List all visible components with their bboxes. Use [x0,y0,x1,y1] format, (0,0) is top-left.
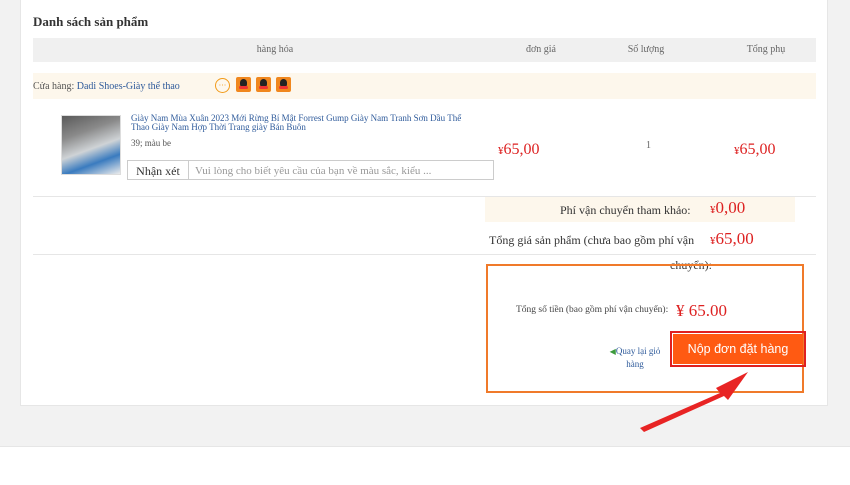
column-header-subtotal: Tổng phụ [746,44,786,55]
unit-price: ¥65,00 [498,141,540,159]
divider [33,254,816,255]
shipping-amount: 0,00 [715,198,746,217]
comment-button[interactable]: Nhận xét [127,160,189,180]
table-header: hàng hóa đơn giá Số lượng Tổng phụ [33,38,816,62]
comment-input[interactable]: Vui lòng cho biết yêu cầu của bạn về màu… [189,160,494,180]
column-header-quantity: Số lượng [627,44,665,55]
grand-total-value: ¥ 65.00 [676,301,727,320]
column-header-unit-price: đơn giá [525,44,557,55]
subtotal: ¥65,00 [734,141,776,159]
quantity-value: 1 [646,140,651,151]
grand-total-label: Tổng số tiền (bao gồm phí vận chuyển): [516,305,669,315]
shop-label-wrap: Cửa hàng: Dadi Shoes-Giày thể thao [33,81,180,92]
footer [0,447,850,485]
shipping-value: ¥0,00 [710,198,745,218]
shop-row: Cửa hàng: Dadi Shoes-Giày thể thao ··· [33,73,816,99]
qq-contact-icon[interactable] [276,77,291,92]
subtotal-value: 65,00 [739,141,776,158]
shop-label: Cửa hàng: [33,81,75,92]
red-arrow-icon [640,372,748,432]
shop-name-link[interactable]: Dadi Shoes-Giày thể thao [77,81,180,92]
product-total-label: Tổng giá sản phẩm (chưa bao gồm phí vận [489,233,695,247]
product-thumbnail[interactable] [61,115,121,175]
product-total-value: ¥65,00 [710,229,754,249]
shipping-label: Phí vận chuyển tham khảo: [560,203,691,217]
product-attributes: 39; màu be [131,138,171,148]
product-name-link[interactable]: Giày Nam Mùa Xuân 2023 Mới Rừng Bí Mật F… [131,114,466,132]
unit-price-value: 65,00 [503,141,540,158]
qq-contact-icon[interactable] [236,77,251,92]
qq-contact-icon[interactable] [256,77,271,92]
chat-icon[interactable]: ··· [215,78,230,93]
product-total-amount: 65,00 [715,229,754,248]
column-header-goods: hàng hóa [256,44,294,55]
section-title: Danh sách sản phẩm [33,14,149,29]
